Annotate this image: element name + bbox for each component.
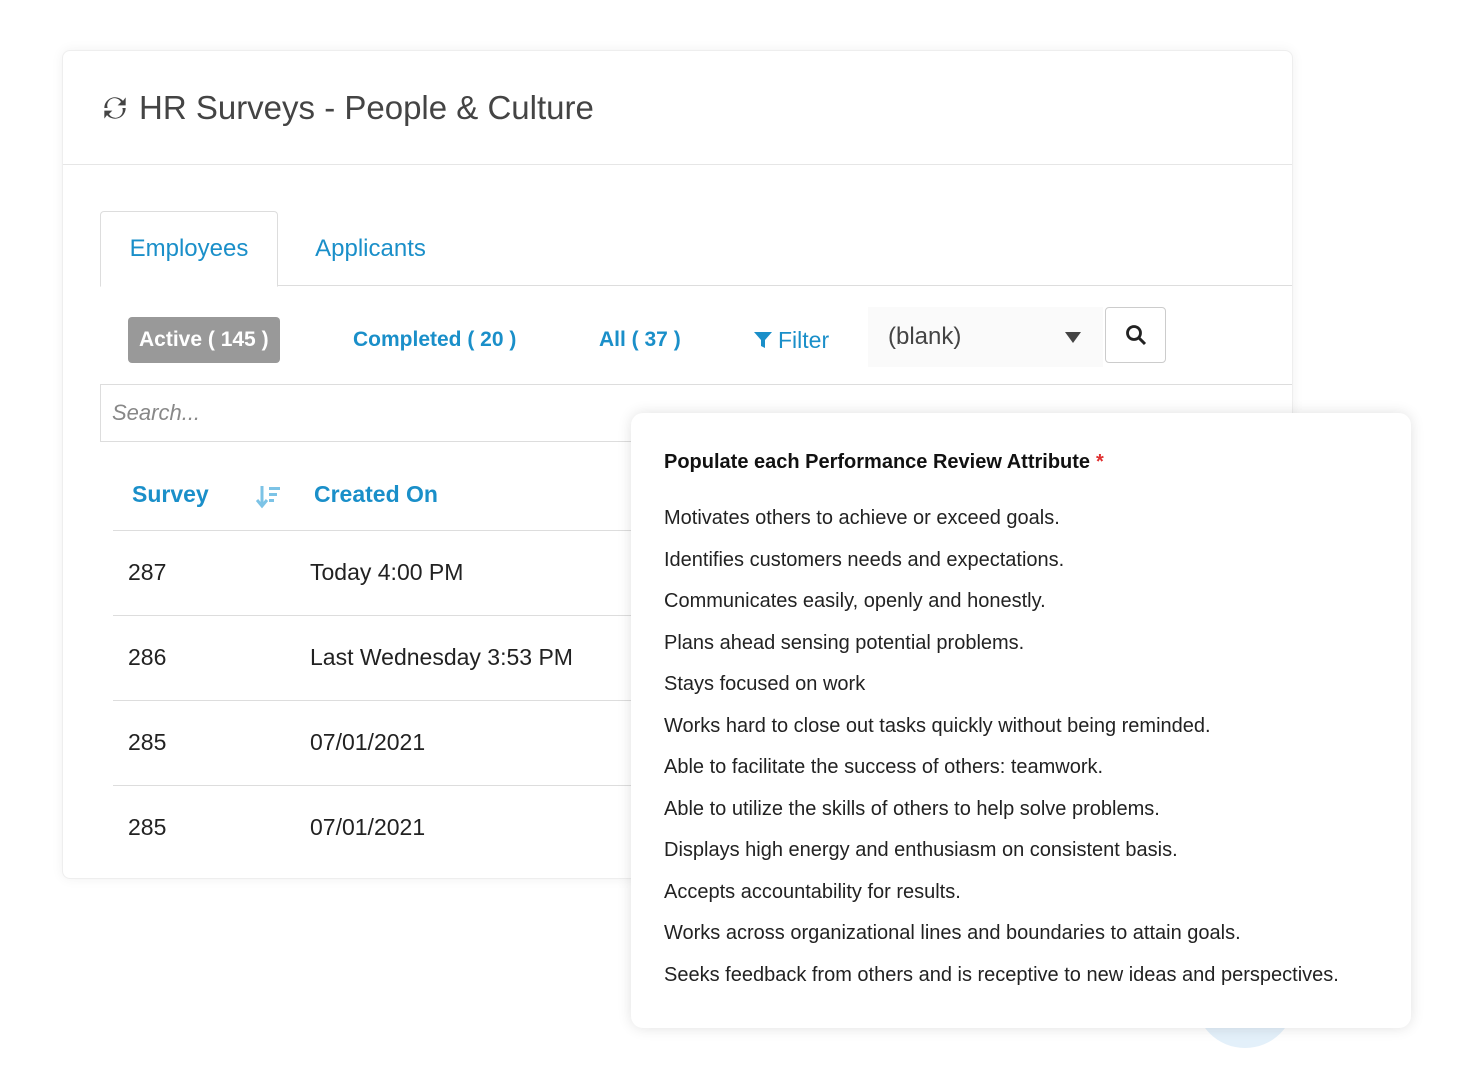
created-on: Today 4:00 PM bbox=[310, 559, 464, 585]
filter-select[interactable]: (blank) bbox=[868, 307, 1103, 367]
search-icon bbox=[1125, 325, 1146, 346]
survey-id: 285 bbox=[128, 814, 167, 840]
performance-review-popup: Populate each Performance Review Attribu… bbox=[631, 413, 1411, 1028]
list-item: Able to utilize the skills of others to … bbox=[664, 797, 1160, 820]
list-item: Able to facilitate the success of others… bbox=[664, 756, 1104, 778]
list-item: Motivates others to achieve or exceed go… bbox=[664, 507, 1060, 529]
created-on: 07/01/2021 bbox=[310, 729, 426, 755]
table-row[interactable]: 286 Last Wednesday 3:53 PM bbox=[113, 615, 693, 700]
list-item: Identifies customers needs and expectati… bbox=[664, 548, 1065, 571]
card-header: HR Surveys - People & Culture bbox=[63, 51, 1292, 165]
required-marker: * bbox=[1096, 451, 1104, 473]
tab-employees[interactable]: Employees bbox=[100, 211, 278, 287]
filter-button[interactable]: Filter bbox=[753, 317, 829, 363]
sort-icon[interactable] bbox=[256, 484, 282, 510]
attribute-list: Motivates others to achieve or exceed go… bbox=[664, 507, 1339, 1005]
column-survey[interactable]: Survey bbox=[132, 481, 209, 508]
list-item: Displays high energy and enthusiasm on c… bbox=[664, 839, 1178, 861]
all-filter-button[interactable]: All ( 37 ) bbox=[599, 317, 681, 363]
search-button[interactable] bbox=[1105, 307, 1166, 363]
table-row[interactable]: 287 Today 4:00 PM bbox=[113, 530, 693, 615]
list-item: Communicates easily, openly and honestly… bbox=[664, 590, 1046, 612]
refresh-icon[interactable] bbox=[99, 92, 131, 124]
list-item: Stays focused on work bbox=[664, 673, 866, 695]
caret-down-icon bbox=[1065, 332, 1081, 343]
select-value: (blank) bbox=[888, 323, 962, 350]
survey-id: 287 bbox=[128, 559, 167, 585]
filter-label: Filter bbox=[778, 326, 830, 353]
list-item: Seeks feedback from others and is recept… bbox=[664, 963, 1339, 986]
popup-title: Populate each Performance Review Attribu… bbox=[664, 451, 1104, 474]
created-on: Last Wednesday 3:53 PM bbox=[310, 644, 573, 670]
filter-icon bbox=[754, 332, 772, 348]
page-title: HR Surveys - People & Culture bbox=[139, 88, 594, 126]
list-item: Accepts accountability for results. bbox=[664, 880, 961, 903]
list-item: Works across organizational lines and bo… bbox=[664, 922, 1241, 944]
column-created-on[interactable]: Created On bbox=[314, 481, 438, 508]
survey-id: 285 bbox=[128, 729, 167, 755]
table-row[interactable]: 285 07/01/2021 bbox=[113, 785, 693, 870]
completed-filter-button[interactable]: Completed ( 20 ) bbox=[353, 317, 516, 363]
created-on: 07/01/2021 bbox=[310, 814, 426, 840]
popup-title-text: Populate each Performance Review Attribu… bbox=[664, 451, 1091, 473]
tab-bar: Employees Applicants bbox=[100, 211, 1292, 287]
active-filter-button[interactable]: Active ( 145 ) bbox=[128, 317, 280, 363]
table-row[interactable]: 285 07/01/2021 bbox=[113, 700, 693, 785]
tab-applicants[interactable]: Applicants bbox=[278, 211, 463, 286]
list-item: Plans ahead sensing potential problems. bbox=[664, 631, 1025, 654]
list-item: Works hard to close out tasks quickly wi… bbox=[664, 714, 1211, 737]
survey-id: 286 bbox=[128, 644, 167, 670]
